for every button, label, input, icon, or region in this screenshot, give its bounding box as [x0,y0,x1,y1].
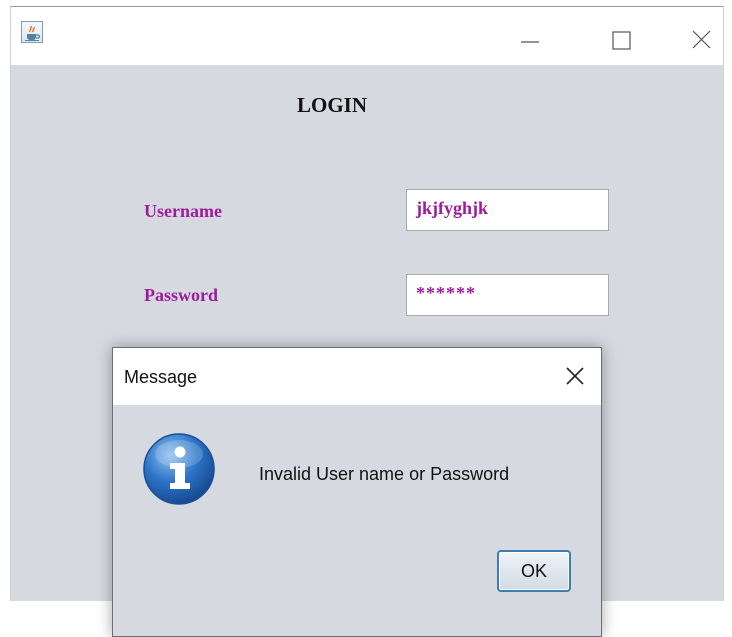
minimize-button[interactable] [507,13,553,53]
page-title: LOGIN [297,93,368,117]
password-field[interactable]: ****** [406,274,609,316]
minimize-icon [521,41,539,43]
window-close-button[interactable] [679,13,723,53]
username-field[interactable]: jkjfyghjk [406,189,609,231]
info-icon [142,432,216,506]
dialog-title: Message [124,367,198,387]
message-dialog: Message Invalid User name or Password OK [112,347,602,637]
maximize-button[interactable] [598,13,644,53]
close-icon [566,367,584,385]
username-label: Username [144,201,222,221]
dialog-message: Invalid User name or Password [259,464,510,484]
close-icon [692,30,711,49]
ok-button[interactable]: OK [497,550,571,592]
dialog-titlebar[interactable]: Message [113,348,601,405]
maximize-icon [612,31,631,50]
dialog-close-button[interactable] [561,362,589,390]
java-coffee-cup-icon [21,21,43,43]
password-label: Password [144,285,219,305]
window-titlebar[interactable] [11,7,723,65]
